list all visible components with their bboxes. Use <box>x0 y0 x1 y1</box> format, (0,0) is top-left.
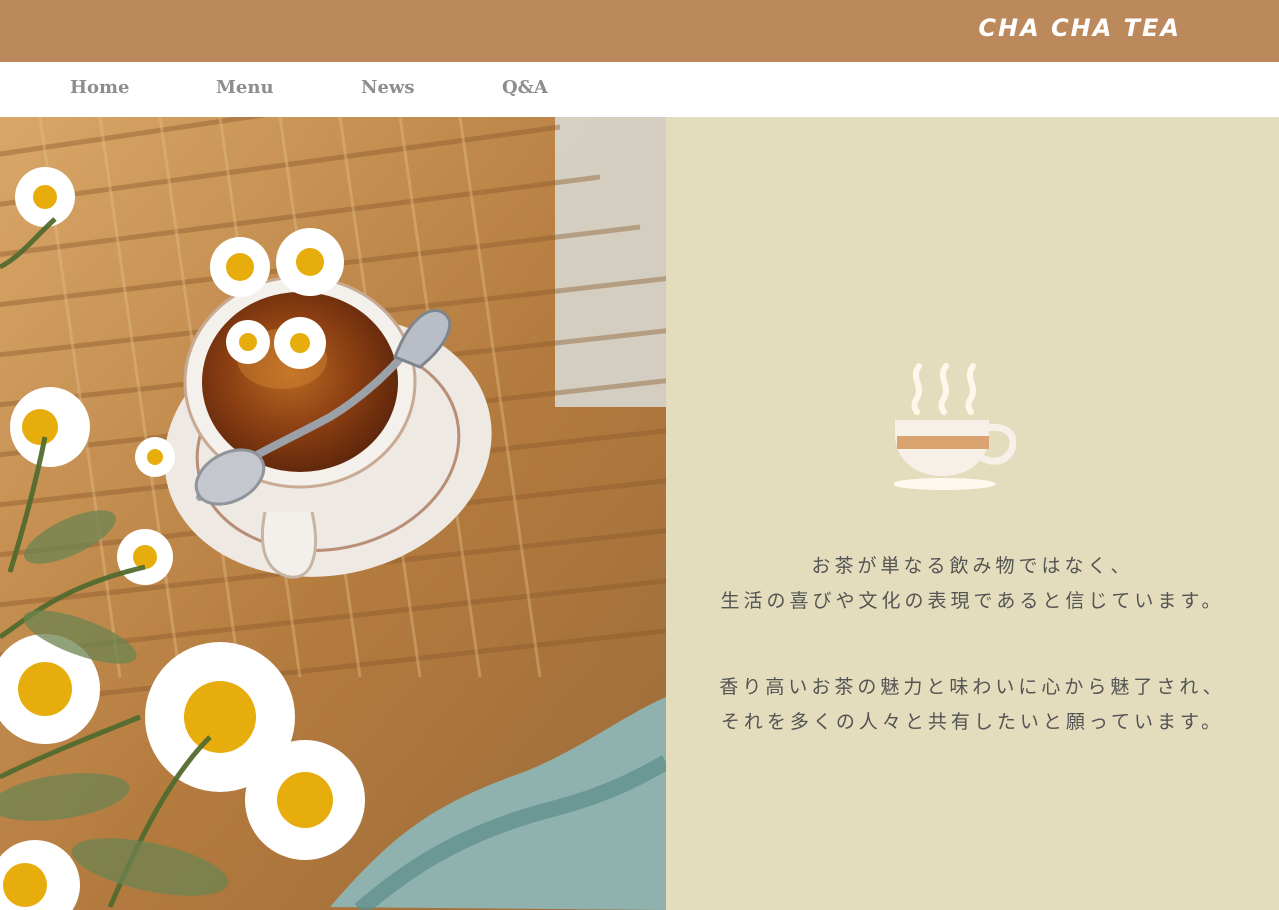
nav-qa[interactable]: Q&A <box>502 77 548 98</box>
intro-copy-2: 香り高いお茶の魅力と味わいに心から魅了され、 それを多くの人々と共有したいと願っ… <box>666 670 1279 740</box>
hero-image <box>0 117 666 910</box>
intro-copy-1: お茶が単なる飲み物ではなく、 生活の喜びや文化の表現であると信じています。 <box>666 549 1279 619</box>
brand-logo[interactable]: CHA CHA TEA <box>978 14 1181 42</box>
nav-news[interactable]: News <box>361 77 415 98</box>
tea-cup-icon <box>894 363 1016 490</box>
nav-home[interactable]: Home <box>70 77 130 98</box>
intro-panel: お茶が単なる飲み物ではなく、 生活の喜びや文化の表現であると信じています。 香り… <box>666 117 1279 910</box>
main-nav: Home Menu News Q&A <box>0 62 1279 117</box>
intro-line-1: お茶が単なる飲み物ではなく、 <box>811 555 1134 577</box>
nav-menu[interactable]: Menu <box>216 77 274 98</box>
intro-line-2: 生活の喜びや文化の表現であると信じています。 <box>720 590 1225 612</box>
intro-line-3: 香り高いお茶の魅力と味わいに心から魅了され、 <box>719 676 1226 698</box>
site-header: CHA CHA TEA <box>0 0 1279 62</box>
tea-basket-photo <box>0 117 666 910</box>
intro-line-4: それを多くの人々と共有したいと願っています。 <box>720 711 1225 733</box>
